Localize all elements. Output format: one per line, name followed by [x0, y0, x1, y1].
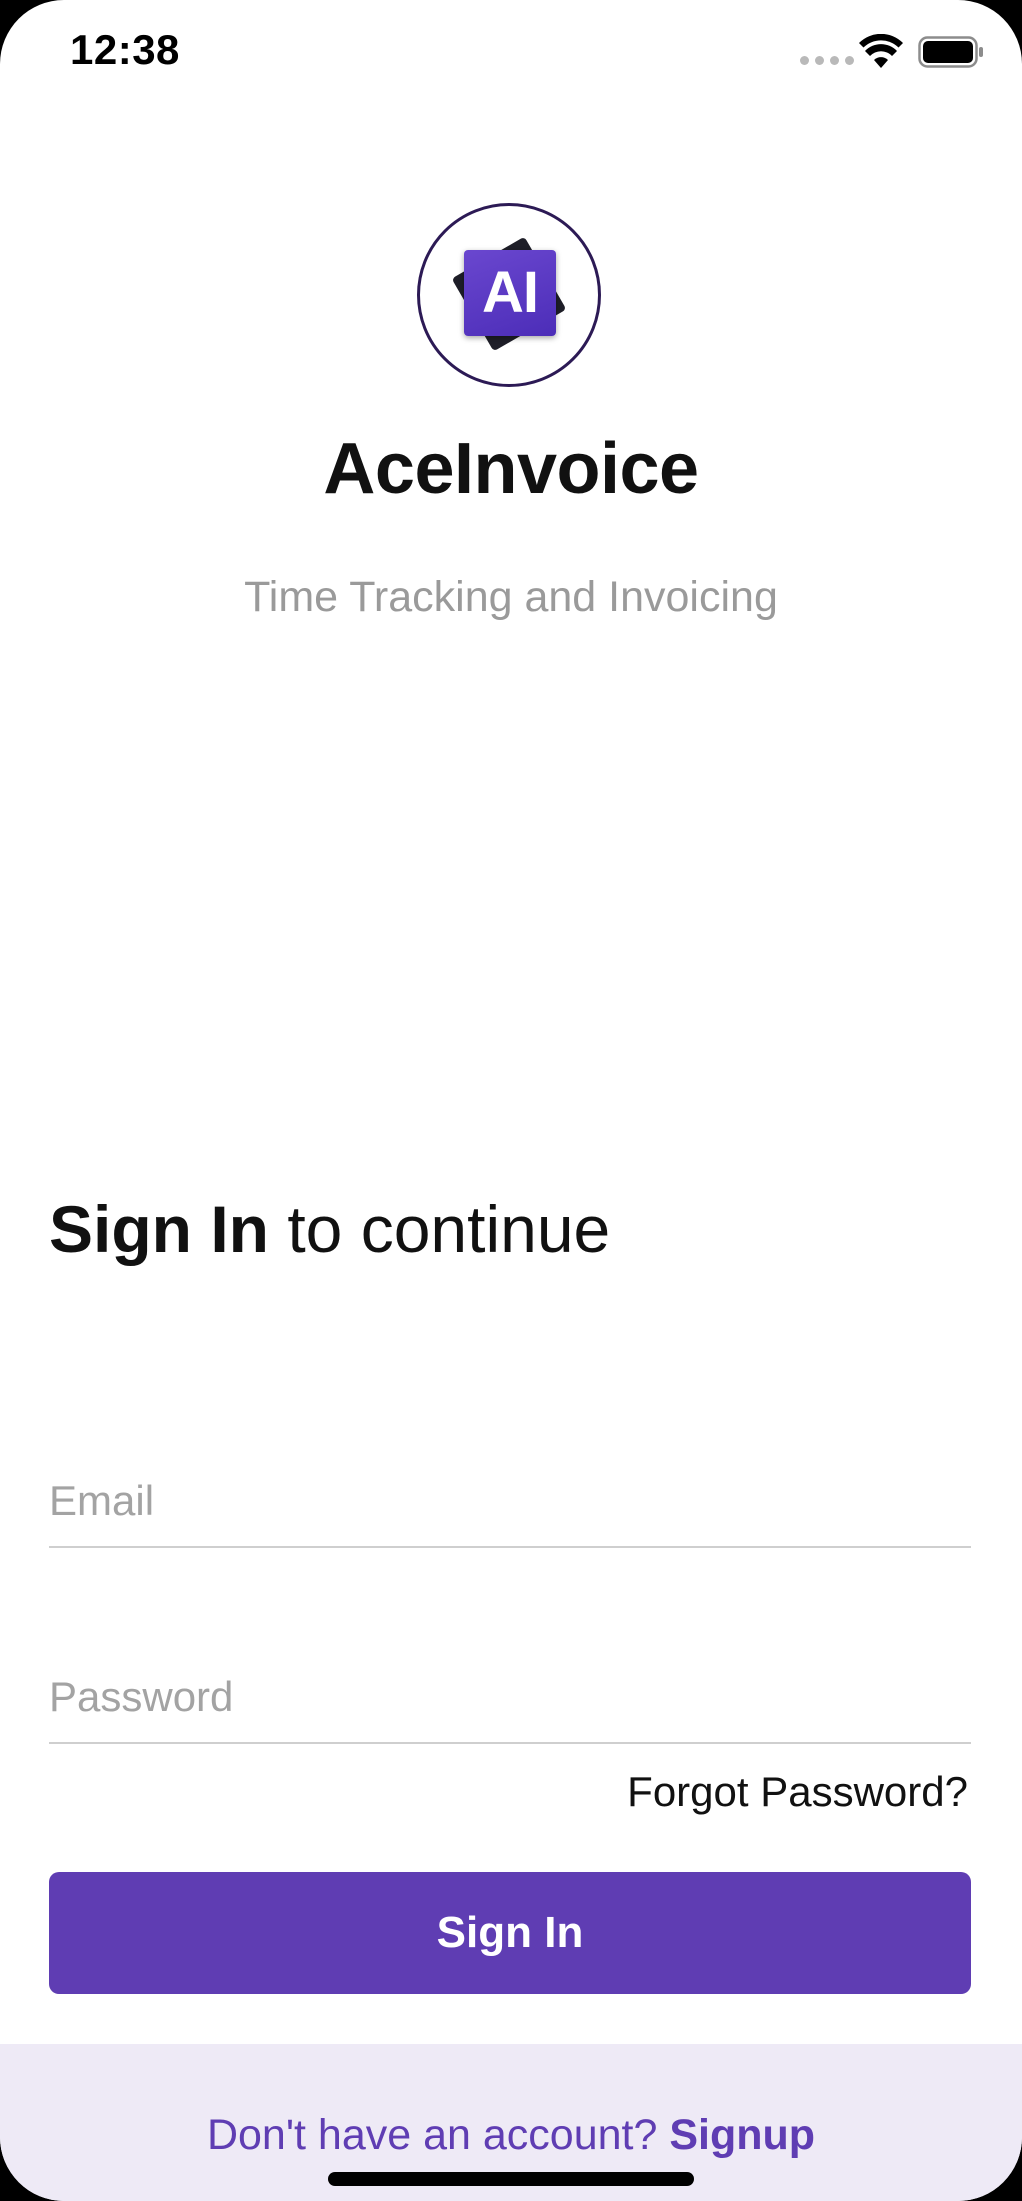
status-time: 12:38	[70, 26, 180, 73]
email-field-container	[49, 1456, 971, 1548]
forgot-password-link[interactable]: Forgot Password?	[627, 1768, 968, 1816]
battery-icon	[918, 36, 983, 68]
password-field-container	[49, 1652, 971, 1744]
status-bar: 12:38	[0, 0, 1022, 110]
cellular-signal-icon	[800, 56, 854, 65]
sign-in-button[interactable]: Sign In	[49, 1872, 971, 1994]
login-screen: 12:38 AI AceInvoice Time Tracking and In…	[0, 0, 1022, 2201]
password-field[interactable]	[49, 1652, 971, 1742]
app-logo: AI	[417, 203, 601, 387]
signin-heading-bold: Sign In	[49, 1192, 269, 1266]
wifi-icon	[859, 34, 903, 68]
app-title: AceInvoice	[323, 429, 699, 509]
signin-heading-rest: to continue	[268, 1192, 611, 1266]
app-subtitle: Time Tracking and Invoicing	[244, 573, 778, 621]
footer-text: Don't have an account? Signup	[0, 2111, 1022, 2160]
home-indicator[interactable]	[328, 2172, 694, 2186]
email-field[interactable]	[49, 1456, 971, 1546]
signup-prompt: Don't have an account?	[206, 2111, 670, 2159]
logo-text: AI	[482, 260, 539, 325]
signin-heading: Sign In to continue	[49, 1191, 610, 1267]
logo-front-square: AI	[464, 250, 556, 336]
signup-link[interactable]: Signup	[669, 2111, 815, 2159]
